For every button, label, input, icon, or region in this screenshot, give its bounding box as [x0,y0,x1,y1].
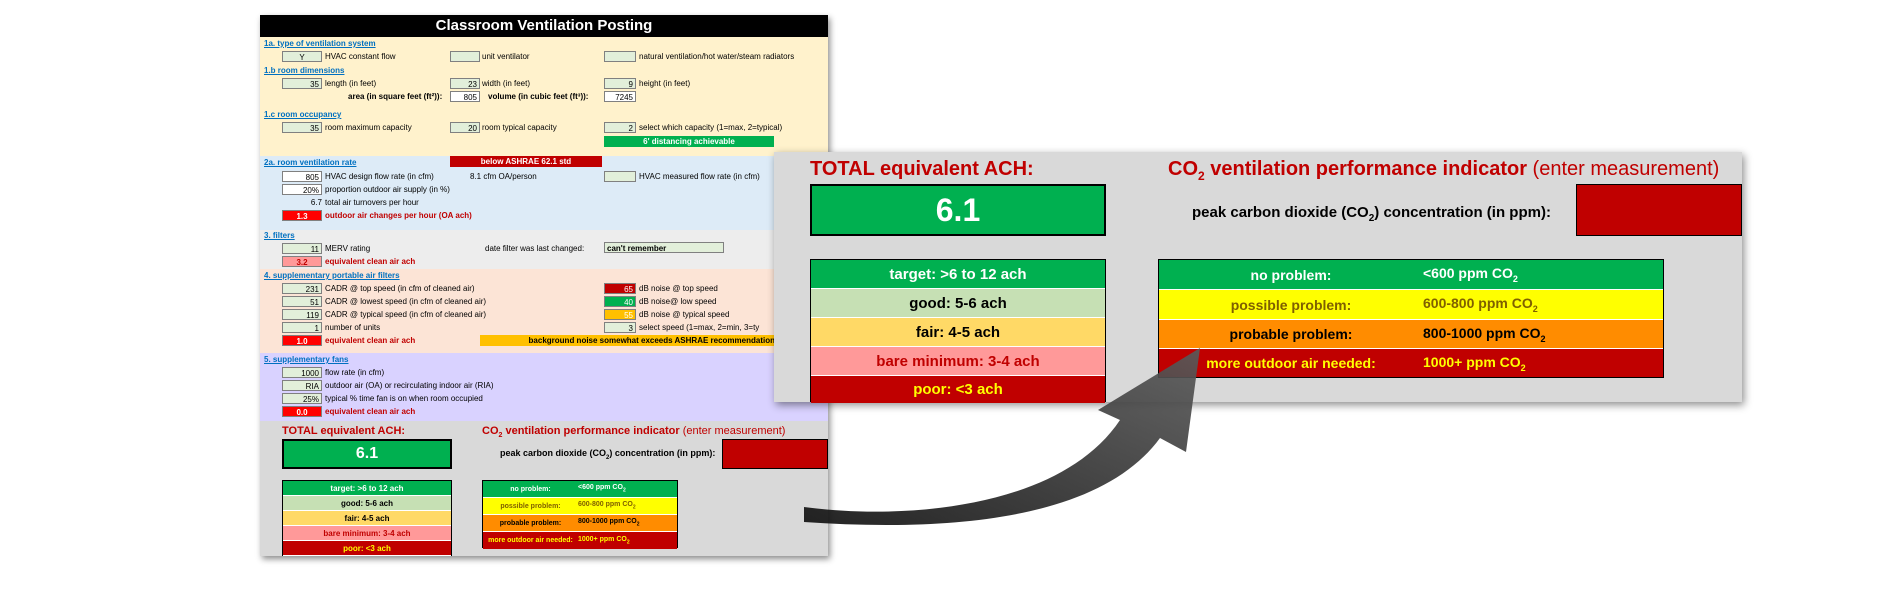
zoom-arrow-icon [804,348,1200,525]
